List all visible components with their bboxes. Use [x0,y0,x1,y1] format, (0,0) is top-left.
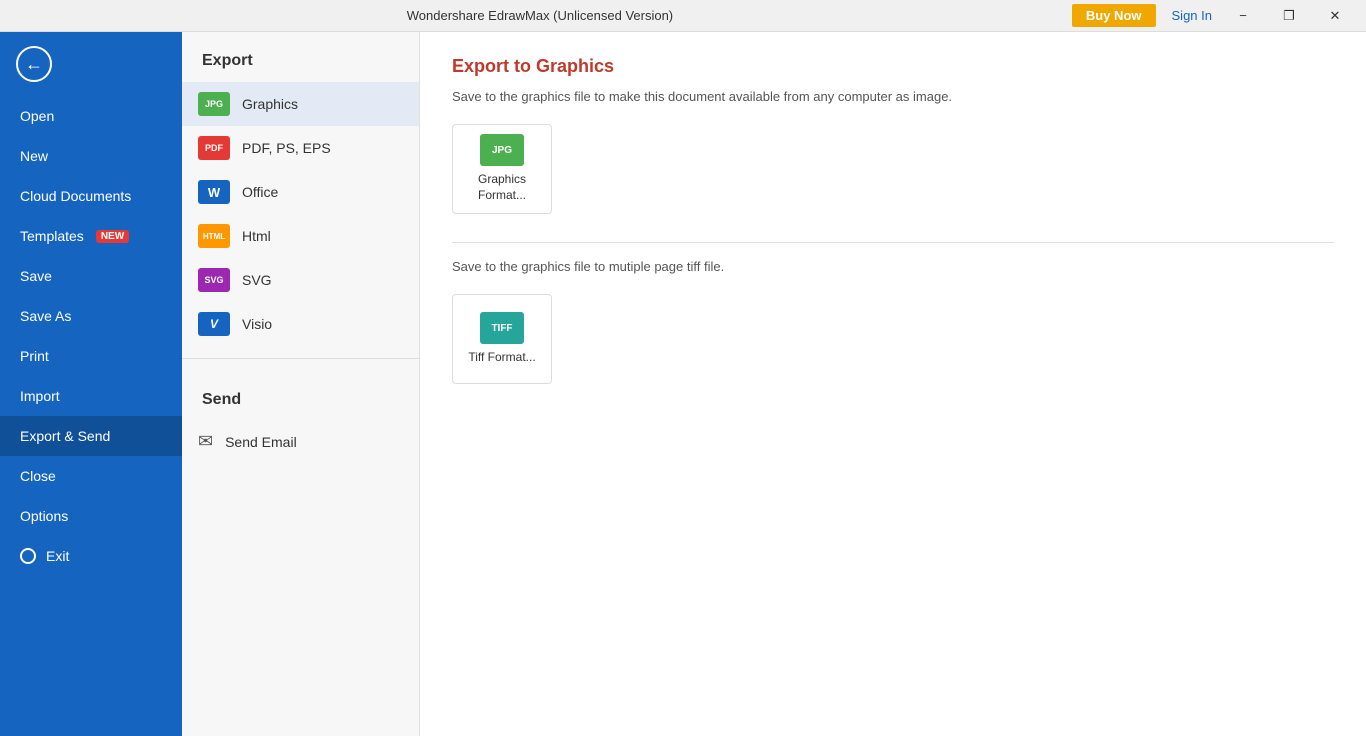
back-button[interactable]: ← [0,32,182,96]
export-option-svg[interactable]: SVG SVG [182,258,419,302]
sidebar-item-open[interactable]: Open [0,96,182,136]
sidebar-label-print: Print [20,348,49,364]
send-section-title: Send [182,371,419,421]
tiff-badge: TIFF [480,312,524,344]
format-grid-2: TIFF Tiff Format... [452,294,1334,384]
sidebar-item-save[interactable]: Save [0,256,182,296]
export-option-html[interactable]: HTML Html [182,214,419,258]
sidebar-label-export-send: Export & Send [20,428,110,444]
restore-button[interactable]: ❐ [1266,0,1312,32]
sidebar-item-options[interactable]: Options [0,496,182,536]
tiff-format-label: Tiff Format... [468,350,535,366]
sidebar-label-templates: Templates [20,228,84,244]
visio-icon: V [198,312,230,336]
new-badge: NEW [96,230,129,243]
titlebar: Wondershare EdrawMax (Unlicensed Version… [0,0,1366,32]
graphics-format-label: Graphics Format... [453,172,551,203]
svg-label: SVG [242,272,272,288]
export-option-pdf[interactable]: PDF PDF, PS, EPS [182,126,419,170]
sidebar-label-cloud-documents: Cloud Documents [20,188,131,204]
graphics-icon: JPG [198,92,230,116]
sidebar-label-open: Open [20,108,54,124]
export-option-graphics[interactable]: JPG Graphics [182,82,419,126]
sidebar-label-save-as: Save As [20,308,71,324]
window-controls: − ❐ ✕ [1220,0,1358,32]
section-divider [182,358,419,359]
sidebar-item-templates[interactable]: Templates NEW [0,216,182,256]
format-grid-1: JPG Graphics Format... [452,124,1334,214]
sidebar-item-cloud-documents[interactable]: Cloud Documents [0,176,182,216]
html-label: Html [242,228,271,244]
left-panel: Export JPG Graphics PDF PDF, PS, EPS W O… [182,32,420,736]
content-area: Export JPG Graphics PDF PDF, PS, EPS W O… [182,32,1366,736]
back-circle[interactable]: ← [16,46,52,82]
right-panel-divider [452,242,1334,243]
graphics-label: Graphics [242,96,298,112]
export-section-title: Export [182,32,419,82]
sidebar-item-close[interactable]: Close [0,456,182,496]
sidebar-label-close: Close [20,468,56,484]
sidebar-item-print[interactable]: Print [0,336,182,376]
close-button[interactable]: ✕ [1312,0,1358,32]
html-icon: HTML [198,224,230,248]
sidebar-item-save-as[interactable]: Save As [0,296,182,336]
export-option-office[interactable]: W Office [182,170,419,214]
description2: Save to the graphics file to mutiple pag… [452,259,1334,274]
sidebar: ← Open New Cloud Documents Templates NEW… [0,32,182,736]
sidebar-label-new: New [20,148,48,164]
back-arrow-icon: ← [25,55,43,73]
sidebar-label-options: Options [20,508,68,524]
sidebar-item-export-send[interactable]: Export & Send [0,416,182,456]
sidebar-item-new[interactable]: New [0,136,182,176]
sidebar-label-save: Save [20,268,52,284]
visio-label: Visio [242,316,272,332]
send-email-label: Send Email [225,434,297,450]
send-email-option[interactable]: ✉ Send Email [182,421,419,462]
sign-in-link[interactable]: Sign In [1172,8,1212,23]
exit-icon [20,548,36,564]
graphics-format-card[interactable]: JPG Graphics Format... [452,124,552,214]
office-icon: W [198,180,230,204]
svg-icon: SVG [198,268,230,292]
sidebar-item-import[interactable]: Import [0,376,182,416]
main-layout: ← Open New Cloud Documents Templates NEW… [0,32,1366,736]
minimize-button[interactable]: − [1220,0,1266,32]
right-panel: Export to Graphics Save to the graphics … [420,32,1366,736]
sidebar-label-exit: Exit [46,548,69,564]
export-option-visio[interactable]: V Visio [182,302,419,346]
envelope-icon: ✉ [198,431,213,452]
pdf-label: PDF, PS, EPS [242,140,331,156]
description1: Save to the graphics file to make this d… [452,89,1334,104]
office-label: Office [242,184,278,200]
titlebar-title: Wondershare EdrawMax (Unlicensed Version… [8,8,1072,23]
sidebar-item-exit[interactable]: Exit [0,536,182,576]
buy-now-button[interactable]: Buy Now [1072,4,1156,27]
sidebar-label-import: Import [20,388,60,404]
panel-title: Export to Graphics [452,56,1334,77]
jpg-badge: JPG [480,134,524,166]
pdf-icon: PDF [198,136,230,160]
tiff-format-card[interactable]: TIFF Tiff Format... [452,294,552,384]
